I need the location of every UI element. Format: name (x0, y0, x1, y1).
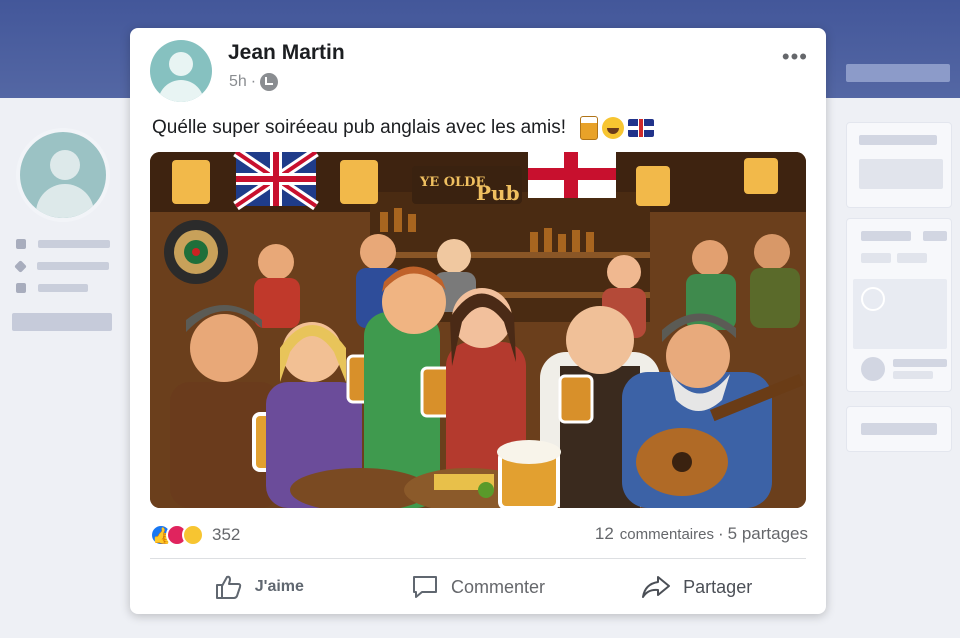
meta-separator: · (250, 73, 257, 90)
profile-avatar-blurred (16, 128, 110, 222)
like-label: J'aime (254, 578, 304, 595)
share-button[interactable]: Partager (587, 568, 806, 606)
post-photo[interactable]: YE OLDE Pub (150, 152, 806, 508)
comment-count[interactable]: 12 (595, 524, 614, 544)
uk-flag-banner (233, 152, 319, 211)
laughing-emoji (602, 117, 625, 139)
svg-text:Pub: Pub (476, 181, 520, 205)
post-time[interactable]: 5h (229, 73, 247, 91)
sidebar-row-3 (16, 282, 88, 294)
sidebar-row-2 (14, 259, 109, 273)
post-card: Jean Martin 5h · ••• Quélle super soirée… (130, 28, 826, 614)
share-icon (642, 576, 671, 598)
author-name[interactable]: Jean Martin (228, 41, 345, 65)
globe-icon (260, 73, 279, 91)
stats-separator: · (717, 524, 724, 543)
uk-flag-emoji (628, 119, 655, 137)
engagement-stats: 12 commentaires · 5 partages (595, 524, 808, 544)
sidebar-row-1 (16, 238, 110, 250)
post-text: Quélle super soiréeau pub anglais avec l… (152, 117, 567, 138)
person-icon (16, 239, 26, 249)
author-avatar[interactable] (150, 40, 212, 102)
comments-label[interactable]: commentaires (620, 526, 714, 543)
reaction-count[interactable]: 352 (212, 525, 240, 545)
right-card-2 (846, 218, 952, 392)
thumbs-up-icon (215, 575, 241, 599)
comment-button[interactable]: Commenter (369, 568, 588, 606)
top-banner-placeholder (846, 64, 950, 82)
share-label: Partager (683, 576, 753, 597)
pub-illustration: YE OLDE Pub (150, 152, 806, 508)
shares-count[interactable]: 5 partages (728, 524, 808, 544)
more-options-icon[interactable]: ••• (782, 46, 808, 68)
comment-icon (412, 576, 437, 598)
haha-reaction-icon (182, 524, 204, 546)
comment-label: Commenter (450, 576, 546, 597)
post-text-row: Quélle super soiréeau pub anglais avec l… (152, 116, 655, 140)
beer-mug-emoji (580, 116, 599, 140)
pub-sign: YE OLDE Pub (412, 166, 522, 205)
reactions-summary[interactable]: 352 (150, 524, 240, 546)
action-bar: J'aime Commenter Partager (150, 568, 806, 606)
sidebar-placeholder-bar (12, 313, 112, 331)
right-card-3 (846, 406, 952, 452)
like-button[interactable]: J'aime (150, 568, 369, 606)
diamond-icon (14, 259, 27, 273)
calendar-icon (16, 283, 26, 293)
actions-divider (150, 558, 806, 559)
right-card-1 (846, 122, 952, 208)
post-meta: 5h · (229, 73, 279, 91)
england-flag-banner (528, 152, 616, 198)
